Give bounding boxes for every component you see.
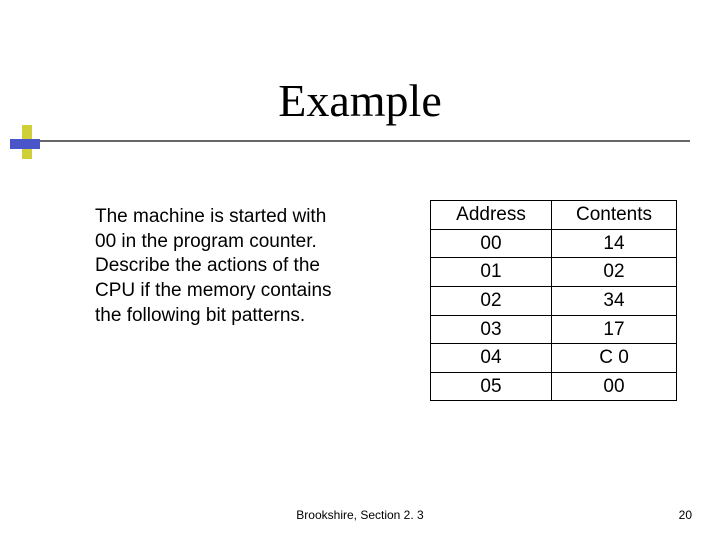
footer-citation: Brookshire, Section 2. 3 <box>0 508 720 522</box>
cell-contents: 00 <box>552 372 677 401</box>
table-header-contents: Contents <box>552 201 677 230</box>
cell-contents: 34 <box>552 286 677 315</box>
accent-blue-box <box>10 139 40 149</box>
slide: Example The machine is started with 00 i… <box>0 0 720 540</box>
title-area: Example <box>0 74 720 127</box>
cell-contents: 17 <box>552 315 677 344</box>
table-row: 04 C 0 <box>431 344 677 373</box>
cell-address: 02 <box>431 286 552 315</box>
body-paragraph: The machine is started with 00 in the pr… <box>95 205 345 328</box>
cell-contents: C 0 <box>552 344 677 373</box>
table-row: 00 14 <box>431 229 677 258</box>
title-underline <box>30 140 690 142</box>
table-row: 02 34 <box>431 286 677 315</box>
cell-contents: 14 <box>552 229 677 258</box>
cell-address: 05 <box>431 372 552 401</box>
table-row: 05 00 <box>431 372 677 401</box>
footer-page-number: 20 <box>679 508 692 522</box>
cell-address: 01 <box>431 258 552 287</box>
table-row: 03 17 <box>431 315 677 344</box>
table-header-row: Address Contents <box>431 201 677 230</box>
table-row: 01 02 <box>431 258 677 287</box>
slide-title: Example <box>278 74 442 127</box>
table-header-address: Address <box>431 201 552 230</box>
cell-address: 00 <box>431 229 552 258</box>
cell-address: 03 <box>431 315 552 344</box>
memory-table: Address Contents 00 14 01 02 02 34 03 17 <box>430 200 677 401</box>
cell-contents: 02 <box>552 258 677 287</box>
cell-address: 04 <box>431 344 552 373</box>
